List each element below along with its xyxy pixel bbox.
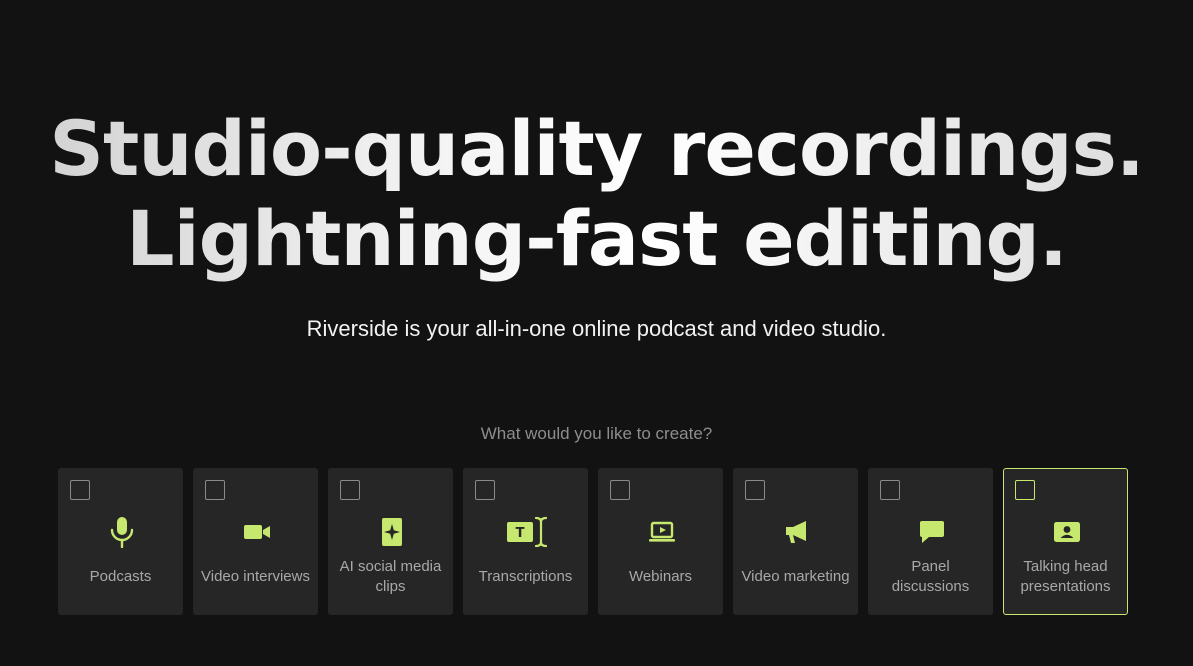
hero-line-2: Lightning-fast editing.	[126, 194, 1067, 283]
megaphone-icon	[734, 514, 859, 550]
card-webinars[interactable]: Webinars	[598, 468, 723, 615]
card-checkbox[interactable]	[340, 480, 360, 500]
card-checkbox[interactable]	[205, 480, 225, 500]
card-label: Podcasts	[89, 568, 152, 585]
card-checkbox[interactable]	[745, 480, 765, 500]
card-checkbox[interactable]	[610, 480, 630, 500]
hero-title: Studio-quality recordings. Lightning-fas…	[0, 104, 1193, 284]
person-card-icon	[1004, 514, 1129, 550]
create-question: What would you like to create?	[480, 424, 713, 443]
landing-page: Studio-quality recordings. Lightning-fas…	[0, 0, 1193, 666]
card-ai-social-media-clips[interactable]: AI social media clips	[328, 468, 453, 615]
card-label: Transcriptions	[478, 568, 573, 585]
text-cursor-icon: T	[464, 514, 589, 550]
card-label: Talking head presentations	[1020, 558, 1111, 595]
use-case-cards: Podcasts Video interviews AI social medi…	[58, 468, 1128, 615]
card-checkbox[interactable]	[1015, 480, 1035, 500]
card-video-interviews[interactable]: Video interviews	[193, 468, 318, 615]
hero-line-1: Studio-quality recordings.	[49, 104, 1144, 193]
card-label: Webinars	[628, 568, 693, 585]
card-transcriptions[interactable]: T Transcriptions	[463, 468, 588, 615]
card-label: Video interviews	[201, 568, 310, 585]
card-label: Video marketing	[741, 568, 850, 585]
svg-text:T: T	[515, 526, 524, 541]
card-checkbox[interactable]	[880, 480, 900, 500]
hero-subtitle: Riverside is your all-in-one online podc…	[306, 316, 887, 341]
card-label: Panel discussions	[891, 558, 970, 595]
card-panel-discussions[interactable]: Panel discussions	[868, 468, 993, 615]
card-checkbox[interactable]	[70, 480, 90, 500]
card-checkbox[interactable]	[475, 480, 495, 500]
microphone-icon	[59, 514, 184, 550]
chat-bubble-icon	[869, 514, 994, 550]
card-podcasts[interactable]: Podcasts	[58, 468, 183, 615]
card-talking-head-presentations[interactable]: Talking head presentations	[1003, 468, 1128, 615]
card-video-marketing[interactable]: Video marketing	[733, 468, 858, 615]
sparkle-clip-icon	[329, 514, 454, 550]
video-camera-icon	[194, 514, 319, 550]
card-label: AI social media clips	[339, 558, 442, 595]
laptop-play-icon	[599, 514, 724, 550]
